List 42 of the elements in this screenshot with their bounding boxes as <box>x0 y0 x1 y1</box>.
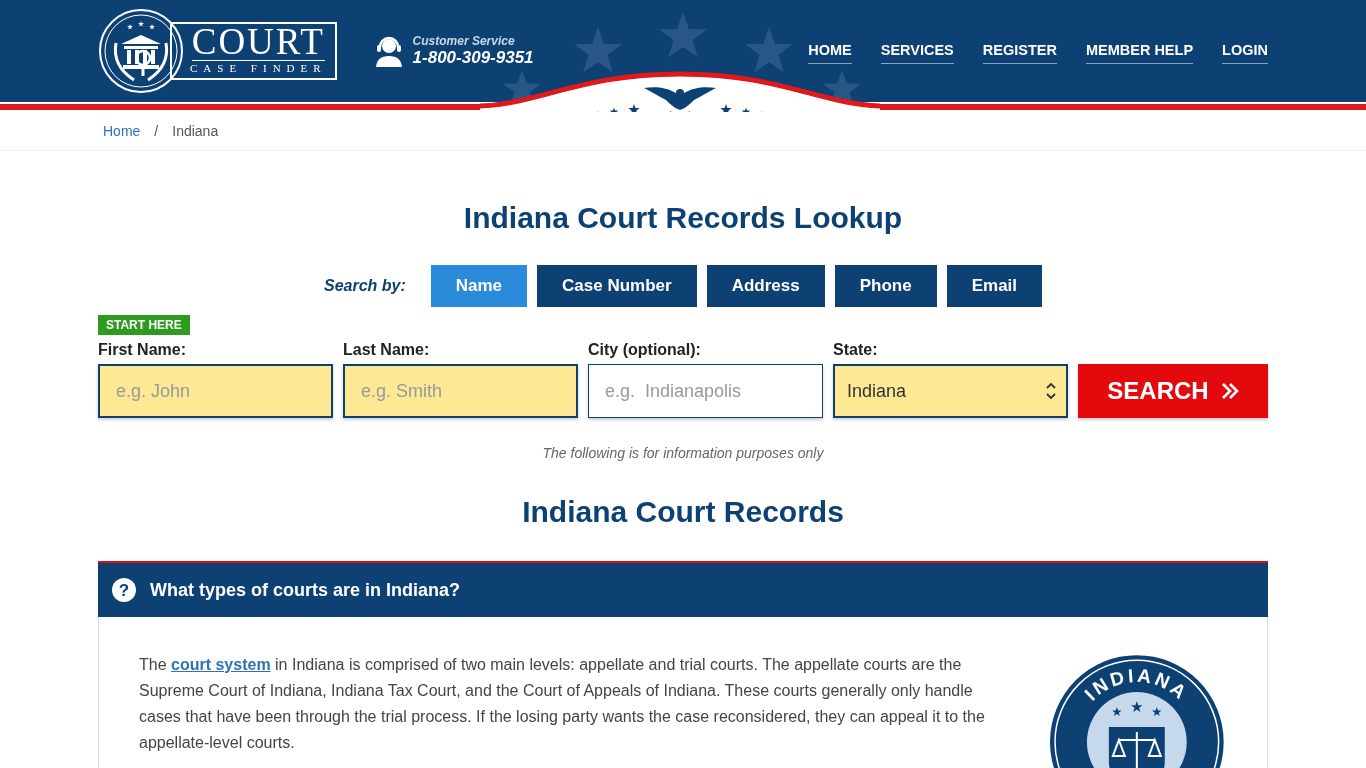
search-button[interactable]: SEARCH <box>1078 364 1268 418</box>
search-tab[interactable]: Address <box>706 265 825 307</box>
page-title: Indiana Court Records Lookup <box>462 201 904 235</box>
phone-number: 1-800-309-9351 <box>412 48 534 68</box>
logo-wordmark[interactable]: COURT CASE FINDER <box>170 22 337 80</box>
breadcrumb-link[interactable]: Home <box>103 123 141 139</box>
field-label: First Name: <box>98 341 188 359</box>
search-tab[interactable]: Case Number <box>537 265 697 307</box>
courthouse-emblem-icon <box>98 8 184 94</box>
field-label: City (optional): <box>588 341 702 359</box>
search-tab[interactable]: Phone <box>834 265 937 307</box>
faq-question: What types of courts are in Indiana? <box>150 579 461 601</box>
search-by-label: Search by: <box>323 277 406 295</box>
up-down-chevron-icon <box>1046 382 1056 400</box>
logo-title: COURT <box>191 25 325 61</box>
state-seal-icon: INDIANA <box>1047 652 1227 768</box>
headset-person-icon <box>374 35 403 67</box>
nav-link[interactable]: LOGIN <box>1222 42 1268 64</box>
customer-service-label: Customer Service <box>412 34 516 48</box>
text-field[interactable]: e.g. Smith <box>343 364 578 418</box>
double-chevron-icon <box>1220 382 1239 400</box>
faq-panel-header[interactable]: ? What types of courts are in Indiana? <box>98 561 1268 617</box>
nav-link[interactable]: MEMBER HELP <box>1085 42 1194 64</box>
text-field[interactable]: e.g. John <box>98 364 333 418</box>
start-here-badge: START HERE <box>98 315 190 335</box>
text-field[interactable]: e.g. Indianapolis <box>588 364 823 418</box>
state-dropdown[interactable]: Indiana <box>833 364 1068 418</box>
logo-subtitle: CASE FINDER <box>190 61 327 75</box>
nav-link[interactable]: SERVICES <box>880 42 954 64</box>
search-tab[interactable]: Name <box>430 265 528 307</box>
breadcrumb-separator: / <box>154 123 159 139</box>
nav-link[interactable]: HOME <box>808 42 852 64</box>
faq-answer-paragraph: The court system in Indiana is comprised of two main levels: appellate and trial courts. The appellate courts are the Supreme Court of Indiana, Indiana Tax Court, and the Court of Appeals of Indiana. These courts generally only handle cases that have been through the trial process. If the losing party wants the case reconsidered, they can appeal it to the appellate-level courts. <box>139 655 986 753</box>
field-label: State: <box>833 341 879 359</box>
disclaimer-note: The following is for information purposes only <box>541 445 825 461</box>
court-system-link[interactable]: court system <box>171 656 271 673</box>
help-icon: ? <box>112 578 136 602</box>
section-title: Indiana Court Records <box>521 495 845 529</box>
field-label: Last Name: <box>343 341 431 359</box>
breadcrumb-current: Indiana <box>172 123 219 139</box>
search-tab[interactable]: Email <box>946 265 1043 307</box>
nav-link[interactable]: REGISTER <box>982 42 1057 64</box>
